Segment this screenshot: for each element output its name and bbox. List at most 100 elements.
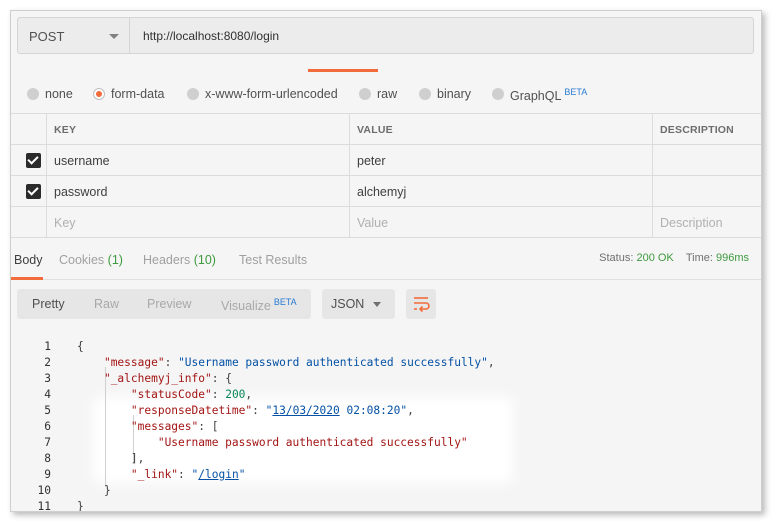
format-label: JSON	[331, 297, 365, 311]
line-number: 2	[44, 356, 51, 369]
tab-headers[interactable]: Headers (10)	[143, 253, 216, 267]
code-text: "responseDatetime": "13/03/2020 02:08:20…	[77, 403, 414, 419]
tab-body[interactable]: Body	[14, 253, 43, 267]
json-punctuation: :	[178, 468, 192, 481]
time-label: Time:	[685, 252, 713, 264]
code-line: 10 }	[11, 483, 761, 499]
json-punctuation	[77, 404, 131, 417]
key-cell[interactable]: username	[46, 145, 350, 175]
response-meta: Status: 200 OK Time: 996ms	[599, 252, 749, 264]
cookies-count: (1)	[107, 253, 123, 267]
value-placeholder: Value	[357, 216, 389, 230]
tab-test-results[interactable]: Test Results	[239, 253, 307, 267]
description-cell[interactable]	[652, 176, 761, 206]
visualize-button[interactable]: Visualize BETA	[221, 297, 297, 313]
url-input[interactable]: http://localhost:8080/login	[130, 17, 754, 54]
row-checkbox-cell[interactable]	[11, 176, 46, 206]
json-key: "message"	[103, 356, 165, 369]
radio-label: x-www-form-urlencoded	[205, 87, 338, 101]
json-key: "statusCode"	[130, 388, 212, 401]
header-check-cell	[11, 114, 46, 144]
key-cell[interactable]: password	[46, 176, 350, 206]
beta-badge: BETA	[564, 87, 588, 97]
value-input[interactable]: Value	[349, 207, 653, 237]
method-label: POST	[29, 29, 65, 44]
code-line: 5 "responseDatetime": "13/03/2020 02:08:…	[11, 403, 761, 419]
status-value: 200 OK	[636, 252, 674, 264]
row-checkbox-cell[interactable]	[11, 145, 46, 175]
radio-label: raw	[377, 87, 398, 101]
chevron-down-icon	[109, 34, 119, 39]
line-number: 1	[44, 340, 51, 353]
description-input[interactable]: Description	[652, 207, 761, 237]
json-string: 02:08:20"	[339, 404, 408, 417]
json-string: /login	[198, 468, 239, 481]
code-line: 3 "_alchemyj_info": {	[11, 371, 761, 387]
json-punctuation	[77, 436, 158, 449]
json-key: "_alchemyj_info"	[103, 372, 212, 385]
visualize-label: Visualize	[221, 299, 271, 314]
json-string: "Username password authenticated success…	[178, 356, 488, 369]
checkbox-checked-icon[interactable]	[26, 184, 41, 199]
json-punctuation: ],	[77, 452, 145, 465]
line-number: 10	[37, 484, 51, 497]
json-punctuation: {	[77, 340, 84, 353]
code-text: "_link": "/login"	[77, 467, 246, 483]
json-punctuation	[77, 388, 131, 401]
wrap-lines-button[interactable]	[406, 289, 436, 319]
response-body-editor[interactable]: 1{2 "message": "Username password authen…	[11, 327, 761, 511]
raw-button[interactable]: Raw	[94, 297, 119, 311]
code-line: 7 "Username password authenticated succe…	[11, 435, 761, 451]
row-checkbox-cell	[11, 207, 46, 237]
json-punctuation: :	[211, 388, 226, 401]
json-punctuation	[77, 356, 104, 369]
preview-button[interactable]: Preview	[147, 297, 191, 311]
json-punctuation: ,	[245, 388, 253, 401]
key-placeholder: Key	[54, 216, 76, 230]
json-key: "messages"	[130, 420, 199, 433]
description-cell[interactable]	[652, 145, 761, 175]
radio-button-icon	[27, 88, 39, 100]
beta-badge: BETA	[273, 297, 297, 307]
body-tab-indicator	[11, 277, 43, 280]
format-select[interactable]: JSON	[322, 289, 395, 319]
code-text: }	[77, 499, 84, 511]
code-line: 9 "_link": "/login"	[11, 467, 761, 483]
radio-label: GraphQL BETA	[510, 87, 587, 103]
json-punctuation: :	[164, 356, 179, 369]
header-value-label: VALUE	[357, 124, 393, 136]
radio-button-selected-icon	[93, 88, 105, 100]
description-placeholder: Description	[660, 216, 723, 230]
pretty-button[interactable]: Pretty	[32, 297, 65, 311]
json-string: 13/03/2020	[272, 404, 340, 417]
key-input[interactable]: Key	[46, 207, 350, 237]
json-punctuation: : {	[211, 372, 232, 385]
json-string: "	[238, 468, 246, 481]
line-number: 8	[44, 452, 51, 465]
line-number: 9	[44, 468, 51, 481]
radio-button-icon	[359, 88, 371, 100]
line-number: 7	[44, 436, 51, 449]
code-line: 8 ],	[11, 451, 761, 467]
value-cell[interactable]: alchemyj	[349, 176, 653, 206]
code-text: {	[77, 339, 84, 355]
key-text: password	[54, 185, 108, 199]
code-text: }	[77, 483, 111, 499]
code-line: 1{	[11, 339, 761, 355]
headers-count: (10)	[193, 253, 216, 267]
json-key: "Username password authenticated success…	[157, 436, 468, 449]
radio-button-icon	[187, 88, 199, 100]
code-text: "Username password authenticated success…	[77, 435, 468, 451]
value-cell[interactable]: peter	[349, 145, 653, 175]
time-value: 996ms	[715, 252, 749, 264]
graphql-label: GraphQL	[510, 89, 562, 104]
tab-cookies[interactable]: Cookies (1)	[59, 253, 123, 267]
code-text: "_alchemyj_info": {	[77, 371, 232, 387]
postman-window: POST http://localhost:8080/login none fo…	[10, 10, 762, 512]
json-punctuation: ,	[407, 404, 414, 417]
line-number: 11	[37, 500, 51, 512]
form-data-table: KEY VALUE DESCRIPTION username peter pas…	[11, 113, 761, 238]
table-header-row: KEY VALUE DESCRIPTION	[11, 113, 761, 144]
checkbox-checked-icon[interactable]	[26, 153, 41, 168]
method-select[interactable]: POST	[17, 17, 130, 54]
